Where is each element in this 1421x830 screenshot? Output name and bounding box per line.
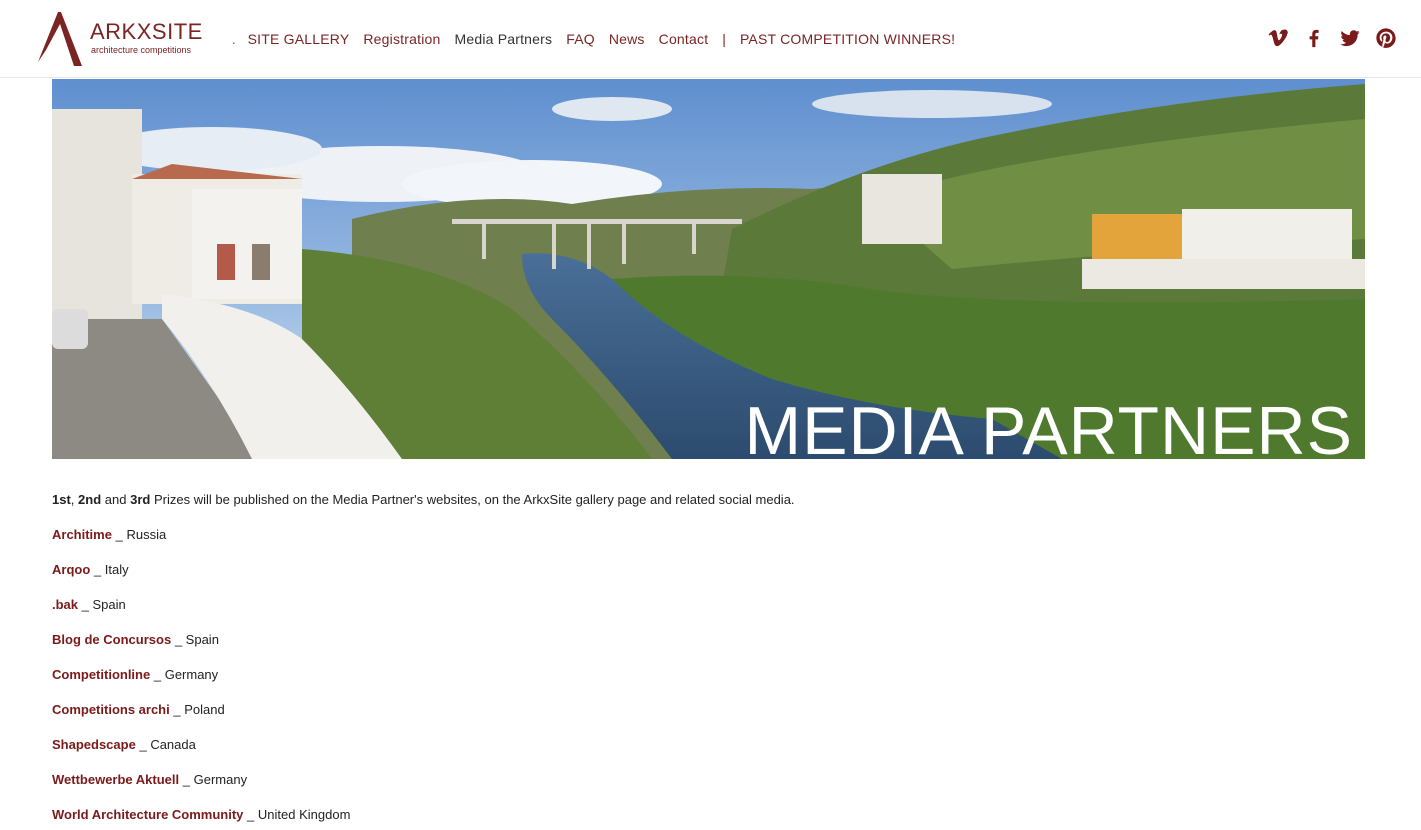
partner-country: Poland <box>184 702 225 717</box>
nav-registration[interactable]: Registration <box>363 31 440 47</box>
site-logo[interactable]: ARKXSITE architecture competitions <box>36 10 206 68</box>
partner-country: Spain <box>92 597 126 612</box>
partner-item: Competitionline _ Germany <box>52 666 1352 683</box>
site-header: ARKXSITE architecture competitions . SIT… <box>0 0 1421 78</box>
partner-country: Germany <box>193 772 248 787</box>
partner-sep: _ <box>173 702 181 717</box>
nav-contact[interactable]: Contact <box>659 31 709 47</box>
intro-and: and <box>104 492 127 507</box>
partner-sep: _ <box>182 772 190 787</box>
vimeo-icon[interactable] <box>1267 27 1289 49</box>
partner-link-world-architecture-community[interactable]: World Architecture Community <box>52 807 243 822</box>
nav-dot: . <box>232 31 236 47</box>
pinterest-icon[interactable] <box>1375 27 1397 49</box>
partner-link-shapedscape[interactable]: Shapedscape <box>52 737 136 752</box>
partner-item: Architime _ Russia <box>52 526 1352 543</box>
partner-item: Wettbewerbe Aktuell _ Germany <box>52 771 1352 788</box>
partner-country: Germany <box>164 667 219 682</box>
intro-second: 2nd <box>78 492 102 507</box>
intro-comma: , <box>70 492 75 507</box>
hero-title: MEDIA PARTNERS <box>744 393 1353 459</box>
partner-item: World Architecture Community _ United Ki… <box>52 806 1352 823</box>
partner-sep: _ <box>174 632 183 647</box>
partner-link-competitions-archi[interactable]: Competitions archi <box>52 702 170 717</box>
partner-country: United Kingdom <box>257 807 351 822</box>
partner-item: Shapedscape _ Canada <box>52 736 1352 753</box>
partner-sep: _ <box>139 737 147 752</box>
twitter-icon[interactable] <box>1339 27 1361 49</box>
intro-text: Prizes will be published on the Media Pa… <box>153 492 795 507</box>
partner-item: Arqoo _ Italy <box>52 561 1352 578</box>
partner-link-arqoo[interactable]: Arqoo <box>52 562 90 577</box>
partner-country: Canada <box>150 737 196 752</box>
logo-name: ARKXSITE <box>90 19 203 44</box>
partner-link-wettbewerbe-aktuell[interactable]: Wettbewerbe Aktuell <box>52 772 179 787</box>
nav-news[interactable]: News <box>609 31 645 47</box>
partner-link-bak[interactable]: .bak <box>52 597 78 612</box>
partner-item: Blog de Concursos _ Spain <box>52 631 1352 648</box>
nav-separator: | <box>722 31 726 47</box>
social-links <box>1267 27 1397 49</box>
partner-sep: _ <box>115 527 123 542</box>
partner-country: Russia <box>126 527 167 542</box>
logo-mark-icon <box>38 12 82 66</box>
nav-site-gallery[interactable]: SITE GALLERY <box>248 31 350 47</box>
main-content: 1st, 2nd and 3rd Prizes will be publishe… <box>52 491 1352 830</box>
facebook-icon[interactable] <box>1303 27 1325 49</box>
logo-tagline: architecture competitions <box>91 45 192 55</box>
partner-link-blog-de-concursos[interactable]: Blog de Concursos <box>52 632 171 647</box>
main-nav: . SITE GALLERY Registration Media Partne… <box>232 30 969 48</box>
nav-faq[interactable]: FAQ <box>566 31 595 47</box>
nav-media-partners[interactable]: Media Partners <box>454 31 552 47</box>
hero-banner: MEDIA PARTNERS <box>52 79 1365 459</box>
partner-country: Spain <box>185 632 219 647</box>
intro-paragraph: 1st, 2nd and 3rd Prizes will be publishe… <box>52 491 1352 508</box>
partner-link-competitionline[interactable]: Competitionline <box>52 667 150 682</box>
partner-country: Italy <box>104 562 129 577</box>
partner-link-architime[interactable]: Architime <box>52 527 112 542</box>
partner-sep: _ <box>247 807 255 822</box>
partner-sep: _ <box>153 667 162 682</box>
partner-item: .bak _ Spain <box>52 596 1352 613</box>
partner-sep: _ <box>81 597 89 612</box>
intro-first: 1st <box>52 492 71 507</box>
partner-item: Competitions archi _ Poland <box>52 701 1352 718</box>
intro-third: 3rd <box>130 492 151 507</box>
partner-sep: _ <box>93 562 102 577</box>
nav-past-winners[interactable]: PAST COMPETITION WINNERS! <box>740 31 955 47</box>
